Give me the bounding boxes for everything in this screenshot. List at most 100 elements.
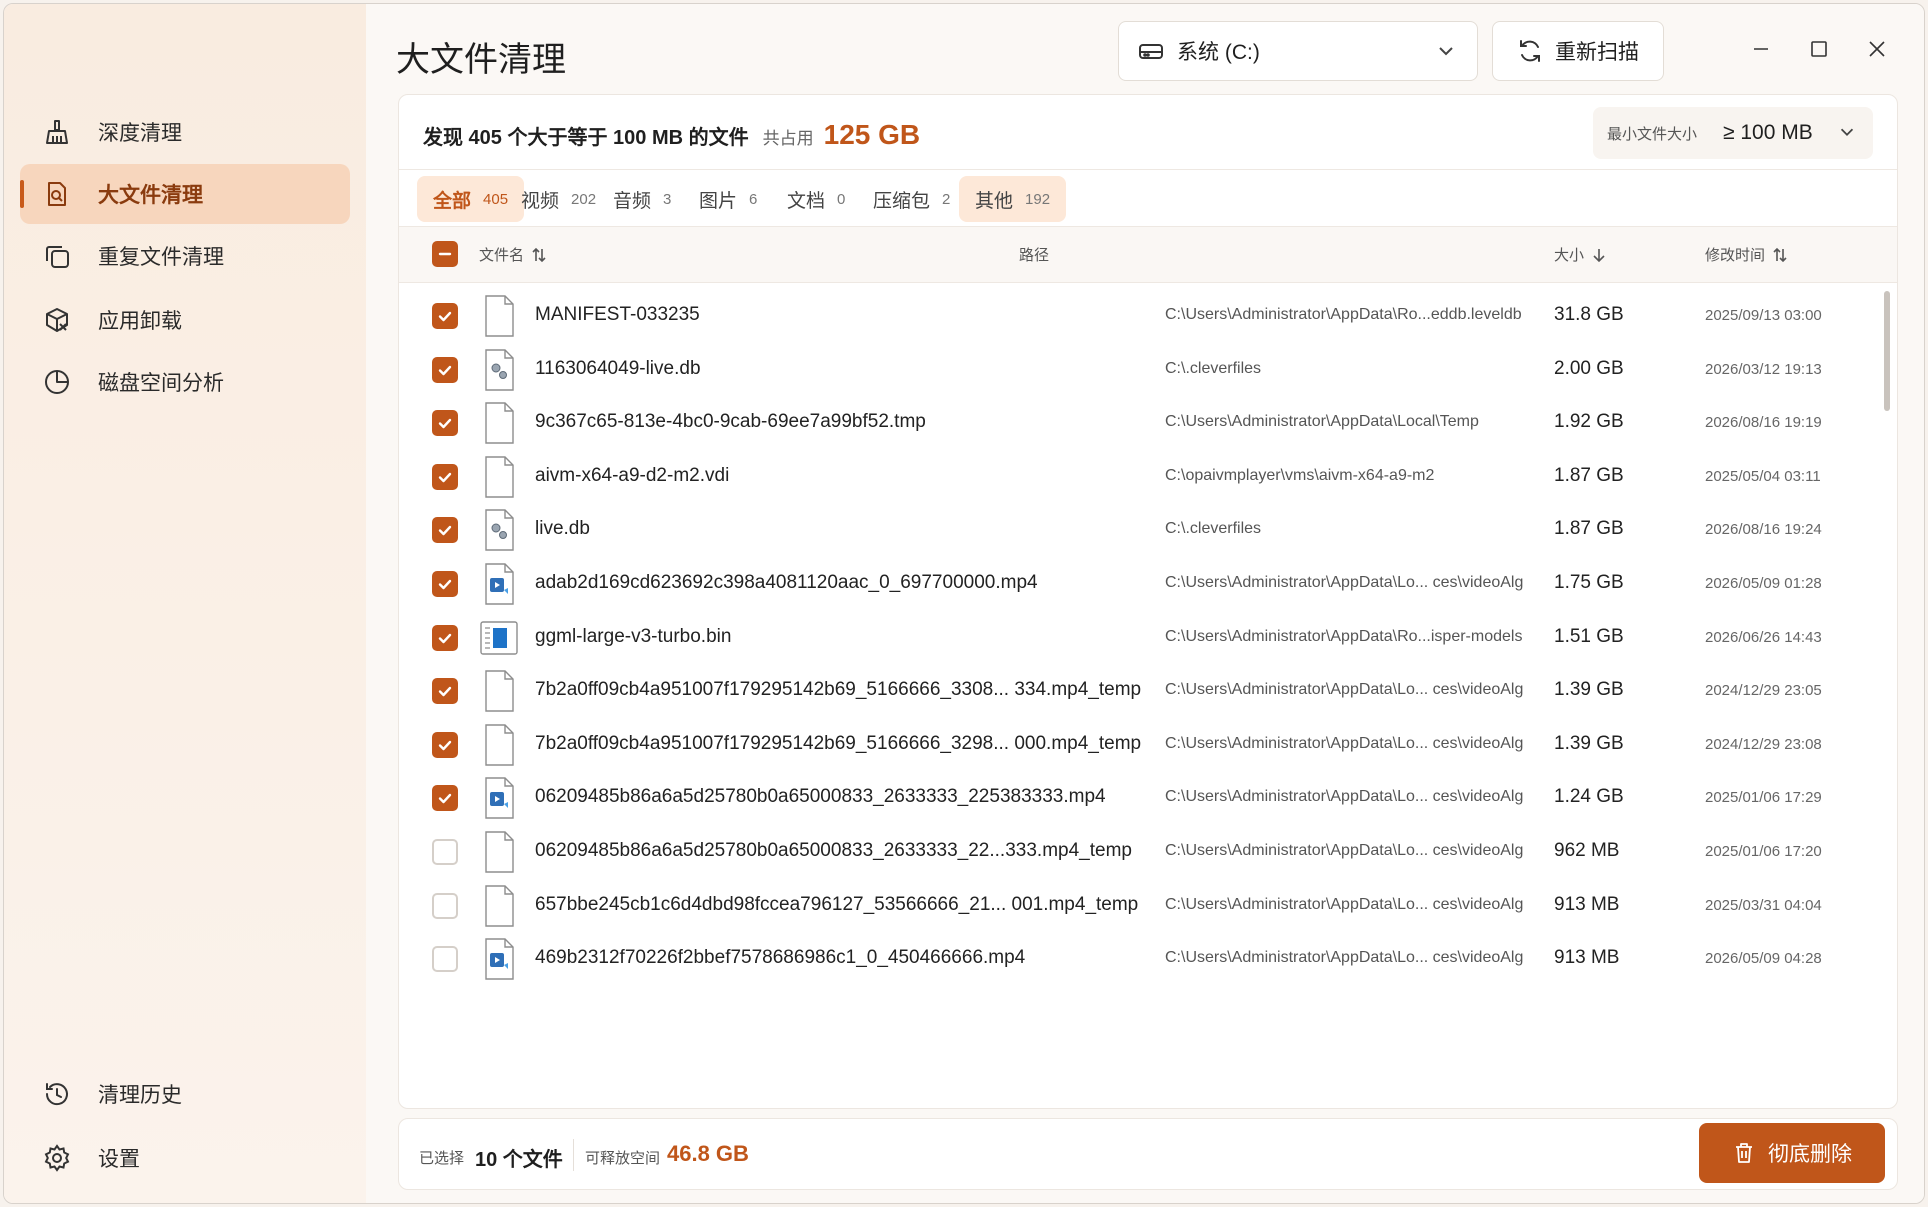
tab-document[interactable]: 文档 0	[771, 176, 861, 222]
file-name: aivm-x64-a9-d2-m2.vdi	[535, 464, 730, 486]
tab-other[interactable]: 其他 192	[959, 176, 1067, 222]
category-tabs: 全部 405 视频 202 音频 3 图片 6 文档 0 压缩包 2 其他 192	[399, 169, 1897, 227]
file-path: C:\Users\Administrator\AppData\Lo... ces…	[1165, 949, 1524, 967]
drive-select[interactable]: 系统 (C:)	[1118, 21, 1478, 81]
row-checkbox[interactable]	[432, 678, 458, 705]
file-path: C:\.cleverfiles	[1165, 359, 1262, 377]
sidebar-item-uninstall[interactable]: 应用卸载	[20, 290, 350, 350]
sidebar-item-label: 重复文件清理	[98, 246, 224, 269]
sidebar-item-disk-analysis[interactable]: 磁盘空间分析	[20, 352, 350, 412]
tab-label: 其他	[975, 190, 1014, 212]
sidebar-item-label: 大文件清理	[98, 184, 203, 207]
tab-audio[interactable]: 音频 3	[597, 176, 687, 222]
file-size: 31.8 GB	[1554, 304, 1624, 325]
app-window: 深度清理 大文件清理 重复文件清理 应用卸载 磁盘空间分析 清理历史 设置 大文…	[3, 3, 1925, 1204]
file-size: 2.00 GB	[1554, 357, 1624, 379]
selected-value: 10 个文件	[475, 1149, 563, 1171]
sort-icon	[1773, 247, 1787, 262]
file-name: 9c367c65-813e-4bc0-9cab-69ee7a99bf52.tmp	[535, 411, 926, 433]
tab-label: 音频	[613, 190, 652, 212]
row-checkbox[interactable]	[432, 731, 458, 758]
file-search-icon	[42, 179, 72, 209]
column-name[interactable]: 文件名	[479, 244, 548, 265]
drive-select-value: 系统 (C:)	[1177, 41, 1260, 64]
row-checkbox[interactable]	[432, 624, 458, 651]
check-icon	[438, 794, 452, 804]
rescan-label: 重新扫描	[1555, 41, 1639, 64]
sidebar-item-large-files[interactable]: 大文件清理	[20, 164, 350, 224]
file-name: MANIFEST-033235	[535, 304, 700, 325]
tab-archive[interactable]: 压缩包 2	[857, 176, 966, 222]
delete-button[interactable]: 彻底删除	[1699, 1123, 1885, 1183]
row-checkbox[interactable]	[432, 785, 458, 812]
tab-label: 文档	[787, 190, 826, 212]
check-icon	[438, 740, 452, 750]
row-checkbox[interactable]	[432, 839, 458, 865]
column-size[interactable]: 大小	[1554, 244, 1608, 265]
file-path: C:\Users\Administrator\AppData\Lo... ces…	[1165, 788, 1524, 806]
select-all-checkbox[interactable]	[432, 241, 458, 267]
file-name: 06209485b86a6a5d25780b0a65000833_2633333…	[535, 840, 1132, 861]
maximize-button[interactable]	[1804, 34, 1834, 64]
table-header: 文件名 路径 大小 修改时间	[399, 227, 1897, 283]
file-path: C:\opaivmplayer\vms\aivm-x64-a9-m2	[1165, 466, 1435, 484]
row-checkbox[interactable]	[432, 356, 458, 383]
sidebar-item-duplicates[interactable]: 重复文件清理	[20, 226, 350, 286]
column-path[interactable]: 路径	[1019, 244, 1049, 265]
selection-footer: 已选择 10 个文件 可释放空间 46.8 GB 彻底删除	[398, 1118, 1898, 1190]
minimize-button[interactable]	[1746, 34, 1776, 64]
free-space-label: 可释放空间	[585, 1150, 661, 1167]
file-date: 2026/03/12 19:13	[1705, 360, 1822, 378]
file-date: 2025/09/13 03:00	[1705, 307, 1822, 324]
tab-count: 0	[837, 190, 846, 208]
row-checkbox[interactable]	[432, 463, 458, 490]
column-date-label: 修改时间	[1705, 247, 1766, 264]
row-checkbox[interactable]	[432, 892, 458, 919]
sidebar-item-deep-clean[interactable]: 深度清理	[20, 102, 350, 162]
file-path: C:\Users\Administrator\AppData\Lo... ces…	[1165, 734, 1524, 752]
file-path: C:\Users\Administrator\AppData\Lo... ces…	[1165, 842, 1524, 859]
file-name: 7b2a0ff09cb4a951007f179295142b69_5166666…	[535, 732, 1142, 754]
sidebar-item-history[interactable]: 清理历史	[20, 1064, 350, 1124]
file-path: C:\Users\Administrator\AppData\Lo... ces…	[1165, 574, 1524, 591]
file-date: 2025/03/31 04:04	[1705, 896, 1822, 914]
min-size-select[interactable]: 最小文件大小 ≥ 100 MB	[1593, 107, 1873, 159]
row-checkbox[interactable]	[432, 517, 458, 544]
row-checkbox[interactable]	[432, 410, 458, 437]
file-date: 2026/06/26 14:43	[1705, 628, 1822, 646]
tab-image[interactable]: 图片 6	[683, 176, 773, 222]
row-checkbox[interactable]	[432, 946, 458, 973]
minus-icon	[438, 252, 452, 256]
tab-label: 视频	[521, 190, 560, 212]
tab-label: 全部	[433, 190, 472, 212]
file-size: 913 MB	[1554, 947, 1620, 969]
tab-count: 2	[942, 190, 951, 208]
check-icon	[438, 472, 452, 482]
column-date[interactable]: 修改时间	[1705, 244, 1789, 265]
file-icon	[479, 294, 519, 338]
file-date: 2024/12/29 23:08	[1705, 735, 1822, 753]
row-checkbox[interactable]	[432, 303, 458, 329]
row-checkbox[interactable]	[432, 571, 458, 597]
file-size: 913 MB	[1554, 893, 1620, 915]
table-row[interactable]: 469b2312f70226f2bbef7578686986c1_0_45046…	[399, 926, 1879, 992]
table-scrollbar[interactable]	[1883, 283, 1891, 1108]
history-icon	[42, 1079, 72, 1109]
scrollbar-thumb[interactable]	[1884, 291, 1890, 411]
file-size: 1.24 GB	[1554, 786, 1624, 808]
file-icon	[479, 723, 519, 767]
sidebar: 深度清理 大文件清理 重复文件清理 应用卸载 磁盘空间分析 清理历史 设置	[4, 4, 366, 1203]
video-file-icon	[479, 776, 519, 820]
tab-video[interactable]: 视频 202	[505, 176, 612, 222]
file-path: C:\Users\Administrator\AppData\Lo... ces…	[1165, 681, 1524, 699]
file-path: C:\Users\Administrator\AppData\Ro...eddb…	[1165, 306, 1522, 323]
rescan-button[interactable]: 重新扫描	[1492, 21, 1664, 81]
file-path: C:\Users\Administrator\AppData\Lo... ces…	[1165, 895, 1524, 913]
sidebar-item-settings[interactable]: 设置	[20, 1128, 350, 1188]
file-name: 657bbe245cb1c6d4dbd98fccea796127_5356666…	[535, 893, 1139, 915]
chevron-down-icon	[1840, 128, 1854, 137]
package-icon	[42, 305, 72, 335]
file-date: 2025/05/04 03:11	[1705, 467, 1821, 485]
close-button[interactable]	[1862, 34, 1892, 64]
tab-count: 192	[1025, 190, 1051, 208]
